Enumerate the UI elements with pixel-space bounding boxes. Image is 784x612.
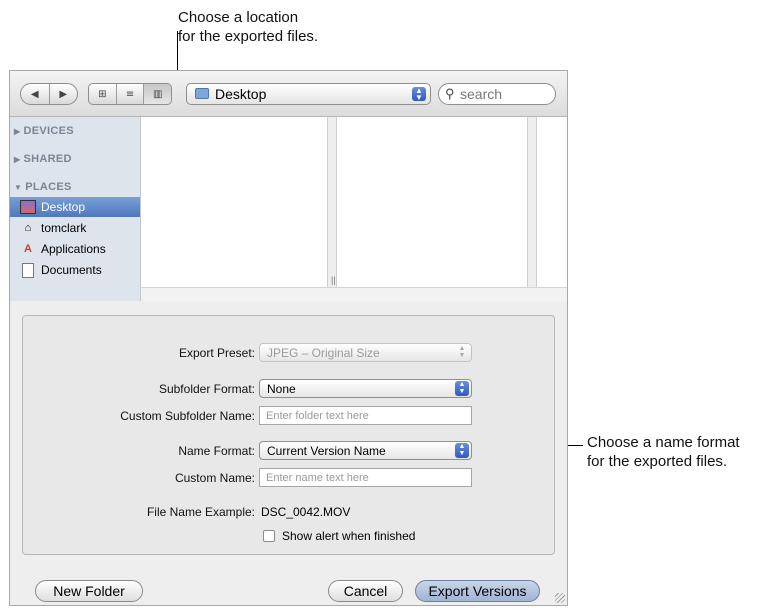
export-options-panel: Export Preset: JPEG – Original Size ▲ ▼ S… xyxy=(22,315,555,555)
show-alert-checkbox[interactable] xyxy=(263,530,275,542)
popup-arrows-icon: ▲ ▼ xyxy=(412,87,426,102)
new-folder-button[interactable]: New Folder xyxy=(35,580,143,602)
custom-subfolder-label: Custom Subfolder Name: xyxy=(120,409,255,423)
cancel-button[interactable]: Cancel xyxy=(328,580,403,602)
desktop-icon xyxy=(20,200,36,214)
column-resize-handle[interactable]: || xyxy=(331,275,336,285)
export-dialog: ◀ ▶ ⊞ ≡ ▥ Desktop ▲ ▼ ⚲ search ▶ DEVICES ▶… xyxy=(9,70,568,606)
column-divider[interactable] xyxy=(327,117,337,287)
popup-arrows-icon: ▲ ▼ xyxy=(458,345,466,359)
column-divider[interactable] xyxy=(527,117,537,287)
home-icon: ⌂ xyxy=(24,222,32,234)
popup-arrows-icon: ▲ ▼ xyxy=(455,443,469,458)
list-view-icon: ≡ xyxy=(125,88,135,100)
callout-nameformat-line1: Choose a name format xyxy=(587,434,740,451)
subfolder-format-label: Subfolder Format: xyxy=(158,382,255,396)
column-browser: || xyxy=(141,117,567,301)
callout-nameformat-line2: for the exported files. xyxy=(587,453,728,470)
disclosure-triangle-icon: ▶ xyxy=(14,155,21,164)
location-popup[interactable]: Desktop ▲ ▼ xyxy=(186,83,431,105)
icon-view-button[interactable]: ⊞ xyxy=(89,84,117,104)
resize-grip-icon[interactable] xyxy=(555,593,565,603)
toolbar: ◀ ▶ ⊞ ≡ ▥ Desktop ▲ ▼ ⚲ search xyxy=(10,71,567,117)
disclosure-triangle-icon: ▶ xyxy=(14,127,21,136)
sidebar-section-shared[interactable]: ▶ SHARED xyxy=(14,153,72,165)
back-forward-control: ◀ ▶ xyxy=(20,83,78,105)
disclosure-triangle-icon: ▼ xyxy=(14,183,23,192)
file-name-example-label: File Name Example: xyxy=(146,505,255,519)
view-mode-control: ⊞ ≡ ▥ xyxy=(88,83,172,105)
forward-arrow-icon: ▶ xyxy=(59,88,68,100)
export-preset-popup[interactable]: JPEG – Original Size ▲ ▼ xyxy=(259,343,472,362)
custom-name-input[interactable]: Enter name text here xyxy=(259,468,472,487)
forward-button[interactable]: ▶ xyxy=(50,84,78,104)
callout-location-line1: Choose a location xyxy=(178,9,299,26)
sidebar-item-tomclark[interactable]: ⌂ tomclark xyxy=(10,218,140,238)
sidebar-item-desktop[interactable]: Desktop xyxy=(10,197,140,217)
callout-location-line2: for the exported files. xyxy=(178,28,319,45)
custom-name-label: Custom Name: xyxy=(174,471,255,485)
location-label: Desktop xyxy=(215,86,267,102)
show-alert-label: Show alert when finished xyxy=(282,529,416,543)
name-format-label: Name Format: xyxy=(178,444,255,458)
sidebar: ▶ DEVICES ▶ SHARED ▼ PLACES Desktop ⌂ tomcl… xyxy=(10,117,141,301)
applications-icon: A xyxy=(24,243,32,255)
popup-arrows-icon: ▲ ▼ xyxy=(455,381,469,396)
icon-view-icon: ⊞ xyxy=(98,88,107,100)
documents-icon xyxy=(20,262,36,278)
export-preset-label: Export Preset: xyxy=(178,346,255,360)
search-icon: ⚲ xyxy=(445,86,455,101)
list-view-button[interactable]: ≡ xyxy=(117,84,145,104)
custom-subfolder-input[interactable]: Enter folder text here xyxy=(259,406,472,425)
export-versions-button[interactable]: Export Versions xyxy=(415,580,540,602)
column-view-button[interactable]: ▥ xyxy=(144,84,171,104)
sidebar-item-documents[interactable]: Documents xyxy=(10,260,140,280)
sidebar-section-places[interactable]: ▼ PLACES xyxy=(14,181,72,193)
file-name-example-value: DSC_0042.MOV xyxy=(261,505,351,519)
horizontal-scrollbar[interactable] xyxy=(141,287,567,301)
subfolder-format-popup[interactable]: None ▲ ▼ xyxy=(259,379,472,398)
name-format-popup[interactable]: Current Version Name ▲ ▼ xyxy=(259,441,472,460)
column-view-icon: ▥ xyxy=(152,88,163,100)
sidebar-item-applications[interactable]: A Applications xyxy=(10,239,140,259)
back-arrow-icon: ◀ xyxy=(30,88,39,100)
search-placeholder: search xyxy=(460,86,503,102)
search-field[interactable]: ⚲ search xyxy=(438,83,556,105)
folder-icon xyxy=(195,88,209,99)
sidebar-section-devices[interactable]: ▶ DEVICES xyxy=(14,125,74,137)
back-button[interactable]: ◀ xyxy=(21,84,50,104)
